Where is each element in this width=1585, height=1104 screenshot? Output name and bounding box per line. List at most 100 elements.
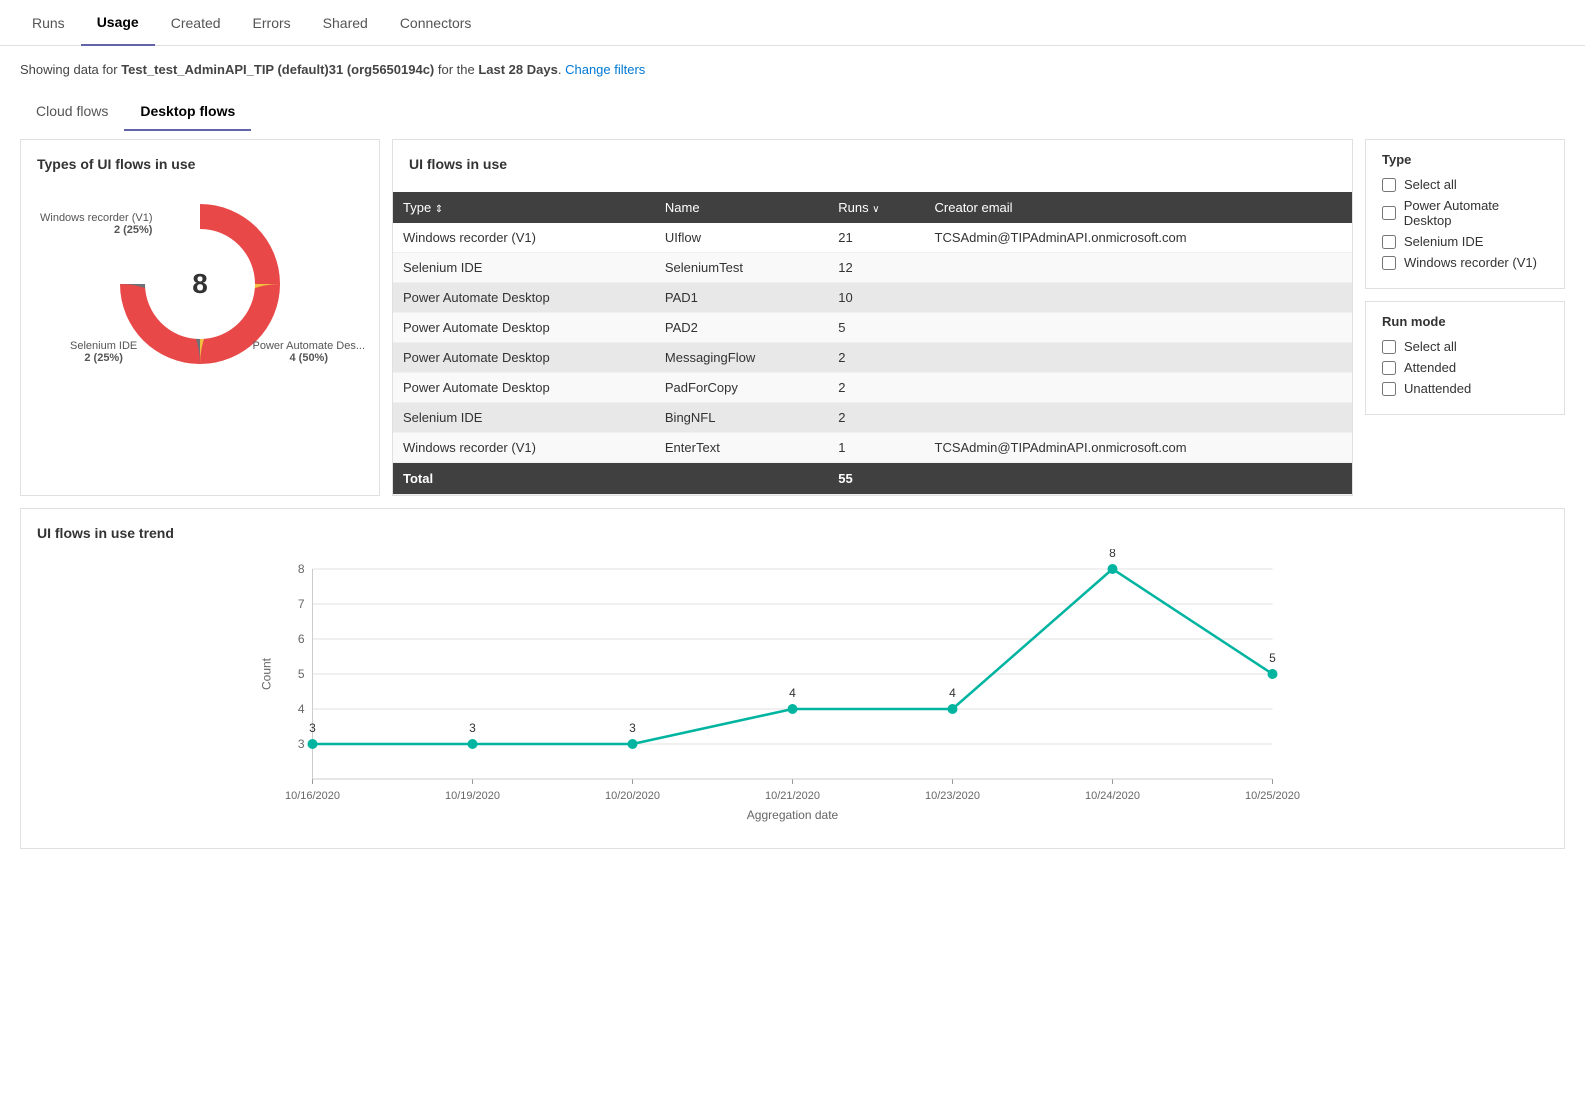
type-filter-items: Select all Power Automate Desktop Selenium… — [1382, 177, 1548, 270]
cell-type: Windows recorder (V1) — [393, 223, 655, 253]
x-tick-label: 10/23/2020 — [925, 790, 980, 802]
run-mode-filter-label: Select all — [1404, 339, 1457, 354]
table-row[interactable]: Windows recorder (V1) UIflow 21 TCSAdmin… — [393, 223, 1352, 253]
donut-wrap: 8 Windows recorder (V1)2 (25%) Selenium … — [100, 184, 300, 384]
data-point — [948, 704, 958, 714]
table-row[interactable]: Power Automate Desktop MessagingFlow 2 — [393, 343, 1352, 373]
run-mode-filter-checkbox[interactable] — [1382, 361, 1396, 375]
period: Last 28 Days — [478, 62, 558, 77]
table-row[interactable]: Power Automate Desktop PadForCopy 2 — [393, 373, 1352, 403]
info-suffix: . — [558, 62, 562, 77]
y-tick-label: 7 — [298, 597, 305, 611]
cell-name: SeleniumTest — [655, 253, 828, 283]
cell-email — [925, 283, 1352, 313]
type-filter-checkbox[interactable] — [1382, 178, 1396, 192]
run-mode-filter-label: Unattended — [1404, 381, 1471, 396]
nav-item-usage[interactable]: Usage — [81, 0, 155, 46]
run-mode-filter-checkbox[interactable] — [1382, 382, 1396, 396]
data-label: 3 — [309, 721, 316, 735]
col-runs[interactable]: Runs ∨ — [828, 192, 924, 223]
x-tick-label: 10/20/2020 — [605, 790, 660, 802]
type-filter-section: Type Select allPower Automate DesktopSel… — [1365, 139, 1565, 289]
type-filter-item[interactable]: Select all — [1382, 177, 1548, 192]
flow-tab-desktop-flows[interactable]: Desktop flows — [124, 93, 251, 131]
org-name: Test_test_AdminAPI_TIP (default)31 (org5… — [121, 62, 434, 77]
type-filter-item[interactable]: Selenium IDE — [1382, 234, 1548, 249]
donut-card: Types of UI flows in use — [20, 139, 380, 496]
type-filter-checkbox[interactable] — [1382, 206, 1396, 220]
total-value: 55 — [828, 463, 924, 495]
cell-name: EnterText — [655, 433, 828, 463]
cell-type: Selenium IDE — [393, 403, 655, 433]
y-tick-label: 6 — [298, 632, 305, 646]
y-tick-label: 8 — [298, 562, 305, 576]
table-row[interactable]: Power Automate Desktop PAD1 10 — [393, 283, 1352, 313]
type-filter-checkbox[interactable] — [1382, 256, 1396, 270]
table-row[interactable]: Power Automate Desktop PAD2 5 — [393, 313, 1352, 343]
run-mode-filter-item[interactable]: Attended — [1382, 360, 1548, 375]
nav-item-created[interactable]: Created — [155, 1, 237, 45]
cell-email — [925, 253, 1352, 283]
filter-panel: Type Select allPower Automate DesktopSel… — [1365, 139, 1565, 496]
run-mode-filter-item[interactable]: Select all — [1382, 339, 1548, 354]
donut-card-title: Types of UI flows in use — [37, 156, 363, 172]
nav-item-runs[interactable]: Runs — [16, 1, 81, 45]
nav-item-errors[interactable]: Errors — [237, 1, 307, 45]
type-filter-checkbox[interactable] — [1382, 235, 1396, 249]
type-filter-item[interactable]: Power Automate Desktop — [1382, 198, 1548, 228]
y-axis-label: Count — [260, 657, 274, 690]
cell-runs: 12 — [828, 253, 924, 283]
data-point — [1108, 564, 1118, 574]
total-empty2 — [925, 463, 1352, 495]
trend-card: UI flows in use trend 345678CountAggrega… — [20, 508, 1565, 849]
table-row[interactable]: Windows recorder (V1) EnterText 1 TCSAdm… — [393, 433, 1352, 463]
x-tick-label: 10/16/2020 — [285, 790, 340, 802]
cell-name: MessagingFlow — [655, 343, 828, 373]
table-row[interactable]: Selenium IDE SeleniumTest 12 — [393, 253, 1352, 283]
cell-email — [925, 403, 1352, 433]
chart-area: 345678CountAggregation date10/16/202010/… — [37, 549, 1548, 832]
table-row[interactable]: Selenium IDE BingNFL 2 — [393, 403, 1352, 433]
run-mode-filter-checkbox[interactable] — [1382, 340, 1396, 354]
change-filters-link[interactable]: Change filters — [565, 62, 645, 77]
table-total-row: Total 55 — [393, 463, 1352, 495]
cell-type: Power Automate Desktop — [393, 313, 655, 343]
col-type[interactable]: Type ⇕ — [393, 192, 655, 223]
col-name[interactable]: Name — [655, 192, 828, 223]
total-empty1 — [655, 463, 828, 495]
donut-label-pad: Power Automate Des...4 (50%) — [253, 340, 366, 364]
cell-name: UIflow — [655, 223, 828, 253]
table-header-row: Type ⇕ Name Runs ∨ Creator email — [393, 192, 1352, 223]
cell-runs: 1 — [828, 433, 924, 463]
data-point — [1268, 669, 1278, 679]
cell-email: TCSAdmin@TIPAdminAPI.onmicrosoft.com — [925, 223, 1352, 253]
cell-type: Power Automate Desktop — [393, 343, 655, 373]
data-label: 4 — [949, 686, 956, 700]
flow-tab-cloud-flows[interactable]: Cloud flows — [20, 93, 124, 131]
info-middle: for the — [434, 62, 478, 77]
info-bar: Showing data for Test_test_AdminAPI_TIP … — [0, 46, 1585, 93]
run-mode-filter-section: Run mode Select allAttendedUnattended — [1365, 301, 1565, 415]
col-email[interactable]: Creator email — [925, 192, 1352, 223]
nav-item-connectors[interactable]: Connectors — [384, 1, 488, 45]
cell-email — [925, 373, 1352, 403]
total-label: Total — [393, 463, 655, 495]
cell-email — [925, 313, 1352, 343]
trend-line — [313, 569, 1273, 744]
x-tick-label: 10/21/2020 — [765, 790, 820, 802]
run-mode-filter-item[interactable]: Unattended — [1382, 381, 1548, 396]
ui-flows-table: Type ⇕ Name Runs ∨ Creator email Windows… — [393, 192, 1352, 495]
cell-name: BingNFL — [655, 403, 828, 433]
cell-name: PAD1 — [655, 283, 828, 313]
donut-label-windows: Windows recorder (V1)2 (25%) — [40, 212, 152, 236]
cell-runs: 2 — [828, 343, 924, 373]
run-mode-filter-label: Attended — [1404, 360, 1456, 375]
data-label: 3 — [469, 721, 476, 735]
type-filter-title: Type — [1382, 152, 1548, 167]
type-filter-item[interactable]: Windows recorder (V1) — [1382, 255, 1548, 270]
cell-name: PadForCopy — [655, 373, 828, 403]
cell-runs: 5 — [828, 313, 924, 343]
trend-card-title: UI flows in use trend — [37, 525, 1548, 541]
nav-item-shared[interactable]: Shared — [307, 1, 384, 45]
data-point — [468, 739, 478, 749]
